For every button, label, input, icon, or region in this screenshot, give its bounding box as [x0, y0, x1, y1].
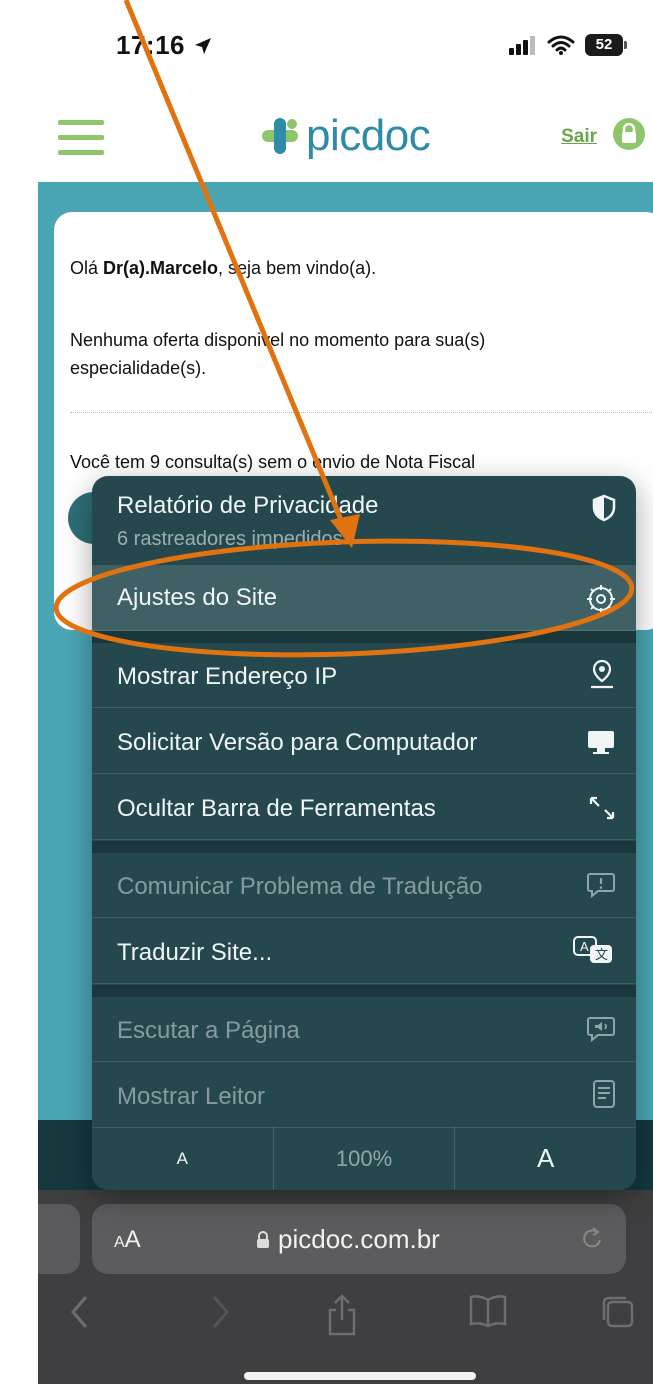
back-icon[interactable]: [70, 1294, 90, 1330]
status-bar: 17:16 52: [0, 0, 653, 90]
menu-item-desktop-version[interactable]: Solicitar Versão para Computador: [92, 709, 636, 774]
exclamation-bubble-icon: [587, 873, 615, 899]
share-icon[interactable]: [326, 1294, 358, 1336]
svg-text:A: A: [580, 939, 589, 954]
menu-item-hide-toolbar[interactable]: Ocultar Barra de Ferramentas: [92, 775, 636, 840]
menu-item-show-reader[interactable]: Mostrar Leitor: [92, 1063, 636, 1128]
signal-icon: [509, 36, 535, 55]
page-settings-menu: Relatório de Privacidade 6 rastreadores …: [92, 476, 636, 1190]
reload-icon[interactable]: [580, 1226, 604, 1252]
logo-cross-icon: [262, 118, 298, 154]
page-menu-button[interactable]: AA: [114, 1226, 141, 1254]
svg-text:文: 文: [595, 947, 608, 962]
speaker-bubble-icon: [587, 1017, 615, 1043]
site-logo[interactable]: picdoc: [260, 106, 431, 166]
toolbar-nav: [38, 1286, 653, 1346]
no-offer-text: Nenhuma oferta disponivel no momento par…: [70, 330, 486, 378]
menu-separator: [92, 631, 636, 643]
status-time: 17:16: [116, 30, 213, 61]
bookmarks-icon[interactable]: [468, 1294, 508, 1328]
forward-icon[interactable]: [210, 1294, 230, 1330]
site-header: picdoc Sair: [38, 90, 653, 182]
menu-separator: [92, 841, 636, 853]
menu-item-site-settings[interactable]: Ajustes do Site: [92, 566, 636, 631]
lock-icon[interactable]: [613, 118, 645, 150]
invoice-notice: Você tem 9 consulta(s) sem o envio de No…: [70, 452, 476, 472]
menu-item-report-translation[interactable]: Comunicar Problema de Tradução: [92, 853, 636, 918]
card-divider: [70, 412, 653, 413]
logo-text: picdoc: [306, 111, 431, 160]
padlock-icon: [257, 1230, 269, 1248]
page-margin-left: [0, 0, 38, 1384]
logout-link[interactable]: Sair: [561, 126, 597, 148]
arrows-diagonal-icon: [589, 796, 615, 820]
location-pin-icon: [591, 659, 613, 689]
shield-icon: [592, 494, 616, 522]
zoom-out-button[interactable]: A: [92, 1127, 274, 1190]
home-indicator[interactable]: [244, 1372, 476, 1380]
menu-item-show-ip[interactable]: Mostrar Endereço IP: [92, 643, 636, 708]
reader-icon: [593, 1080, 615, 1108]
status-icons: 52: [509, 34, 627, 56]
menu-item-privacy-report[interactable]: Relatório de Privacidade 6 rastreadores …: [92, 476, 636, 566]
greeting-text: Olá Dr(a).Marcelo, seja bem vindo(a).: [70, 258, 377, 278]
zoom-in-button[interactable]: A: [455, 1127, 636, 1190]
wifi-icon: [547, 35, 575, 55]
zoom-level[interactable]: 100%: [274, 1127, 456, 1190]
gear-icon: [587, 585, 615, 613]
address-bar[interactable]: AA picdoc.com.br: [92, 1204, 626, 1274]
url-display[interactable]: picdoc.com.br: [256, 1224, 440, 1255]
location-arrow-icon: [194, 38, 211, 54]
battery-indicator: 52: [585, 34, 627, 56]
hamburger-menu-icon[interactable]: [58, 120, 104, 156]
menu-item-translate-site[interactable]: Traduzir Site... A 文: [92, 919, 636, 984]
desktop-icon: [588, 731, 614, 754]
menu-separator: [92, 985, 636, 997]
tabs-icon[interactable]: [600, 1294, 636, 1330]
translate-icon: A 文: [573, 936, 612, 963]
menu-item-listen-page[interactable]: Escutar a Página: [92, 997, 636, 1062]
previous-tab-preview[interactable]: [38, 1204, 80, 1274]
zoom-controls: A 100% A: [92, 1127, 636, 1190]
